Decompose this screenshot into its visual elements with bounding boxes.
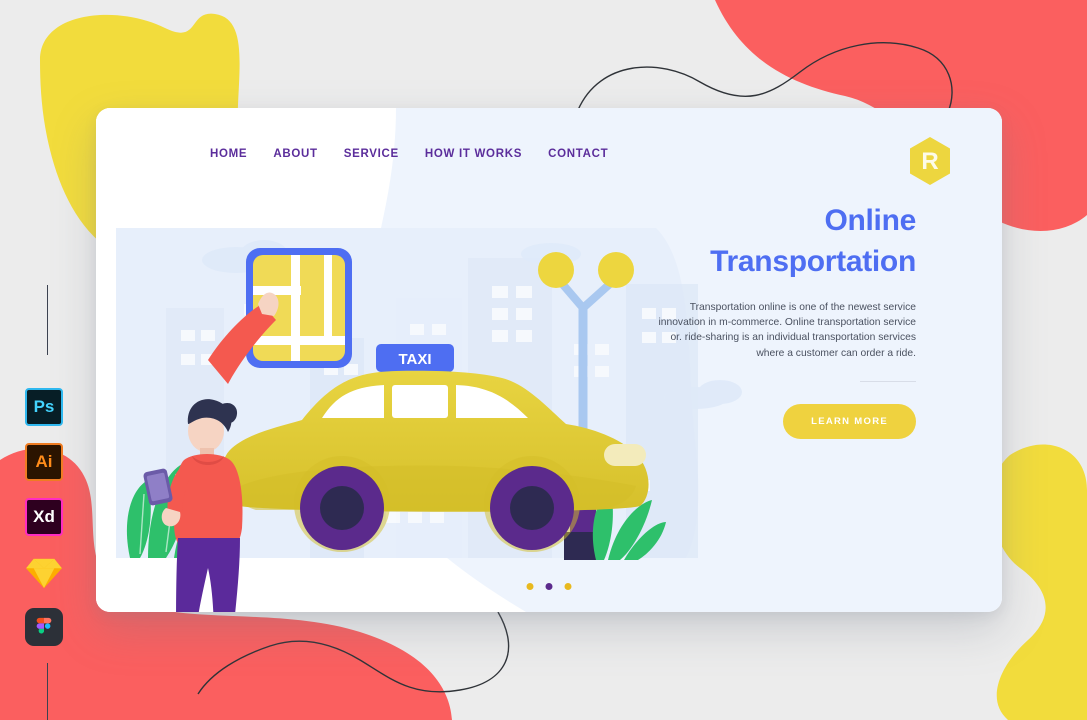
figma-glyph-icon bbox=[36, 617, 52, 634]
yellow-blob-right bbox=[991, 444, 1087, 720]
nav-item-about[interactable]: ABOUT bbox=[273, 148, 317, 160]
main-navigation[interactable]: HOME ABOUT SERVICE HOW IT WORKS CONTACT bbox=[210, 148, 608, 160]
carousel-dot-3[interactable] bbox=[564, 583, 572, 590]
nav-item-how-it-works[interactable]: HOW IT WORKS bbox=[425, 148, 522, 160]
copy-divider bbox=[860, 380, 916, 382]
logo-letter: R bbox=[921, 148, 938, 175]
hero-description: Transportation online is one of the newe… bbox=[658, 302, 916, 359]
xd-icon-label: Xd bbox=[33, 507, 55, 526]
xd-icon[interactable]: Xd bbox=[25, 498, 63, 536]
sketch-diamond-icon bbox=[26, 558, 62, 588]
photoshop-icon[interactable]: Ps bbox=[25, 388, 63, 426]
learn-more-button[interactable]: LEARN MORE bbox=[783, 403, 916, 439]
carousel-dots[interactable] bbox=[526, 583, 572, 590]
illustrator-icon-label: Ai bbox=[35, 452, 53, 471]
brand-logo[interactable]: R bbox=[908, 136, 952, 186]
illustrator-icon[interactable]: Ai bbox=[25, 443, 63, 481]
rail-line-bottom bbox=[47, 663, 48, 720]
software-icon-rail: Ps Ai Xd bbox=[25, 388, 63, 663]
person-pants bbox=[176, 538, 240, 612]
figma-icon[interactable] bbox=[25, 608, 63, 646]
nav-item-service[interactable]: SERVICE bbox=[344, 148, 399, 160]
screenshot-stage: TAXI HOME ABOUT SERVICE HOW IT WORKS CON… bbox=[0, 0, 1087, 720]
photoshop-icon-label: Ps bbox=[33, 397, 55, 416]
nav-item-home[interactable]: HOME bbox=[210, 148, 247, 160]
nav-item-contact[interactable]: CONTACT bbox=[548, 148, 608, 160]
taxi-sign-text: TAXI bbox=[398, 351, 431, 368]
hero-card: TAXI HOME ABOUT SERVICE HOW IT WORKS CON… bbox=[96, 108, 1002, 612]
hero-copy-block: Online Transportation Transportation onl… bbox=[656, 200, 916, 439]
page-title: Online Transportation bbox=[710, 204, 916, 279]
hexagon-logo-icon: R bbox=[910, 137, 950, 185]
rail-line-top bbox=[47, 285, 48, 355]
carousel-dot-1[interactable] bbox=[526, 583, 534, 590]
person-hoodie bbox=[174, 454, 243, 550]
sketch-icon[interactable] bbox=[25, 553, 63, 591]
carousel-dot-2-active[interactable] bbox=[545, 583, 553, 590]
